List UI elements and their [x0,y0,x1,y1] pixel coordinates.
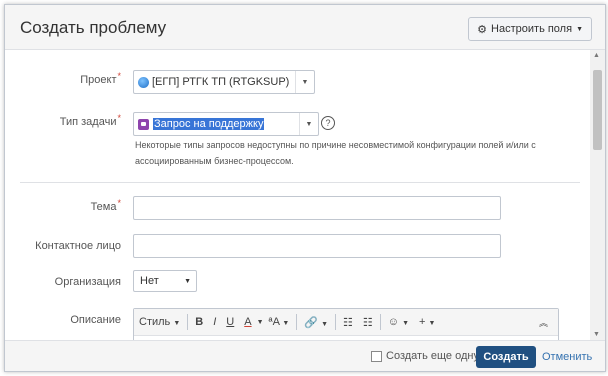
description-editor[interactable]: Стиль ▼ B I U A ▼ ªA ▼ 🔗 ▼ ☷ ☷ ☺ ▼ + ▼ ︽ [133,308,559,340]
issue-type-note: Некоторые типы запросов недоступны по пр… [135,140,536,166]
dialog-header: Создать проблему ⚙ Настроить поля ▼ [5,5,605,50]
editor-toolbar: Стиль ▼ B I U A ▼ ªA ▼ 🔗 ▼ ☷ ☷ ☺ ▼ + ▼ ︽ [134,309,558,336]
more-formatting-label: ªA [268,316,280,328]
chevron-down-icon: ▼ [576,25,583,33]
italic-button[interactable]: I [208,316,221,328]
scroll-down-icon[interactable]: ▼ [593,331,600,338]
scroll-up-icon[interactable]: ▲ [593,52,600,59]
divider [20,182,580,183]
dialog-body: Проект* [ЕГП] РТГК ТП (RTGKSUP) ▼ Тип за… [5,50,589,340]
bullet-list-icon: ☷ [343,316,353,329]
create-another-checkbox[interactable] [371,350,382,362]
gear-icon: ⚙ [477,23,488,36]
organization-select[interactable]: Нет ▼ [133,270,197,292]
numbered-list-button[interactable]: ☷ [358,316,378,329]
project-label-wrap: Проект* [5,71,121,86]
plus-icon: + [419,316,426,328]
numbered-list-icon: ☷ [362,316,373,329]
cancel-link[interactable]: Отменить [542,351,592,363]
organization-value: Нет [140,275,159,287]
toolbar-separator [296,314,298,330]
description-label-wrap: Описание [5,314,121,326]
issue-type-select[interactable]: Запрос на поддержку ▼ [133,112,319,136]
contact-input[interactable] [133,234,501,258]
more-formatting-button[interactable]: ªA ▼ [264,316,295,328]
style-label: Стиль [139,316,171,328]
toolbar-separator [335,314,337,330]
create-another-option[interactable]: Создать еще одну [371,350,479,362]
required-marker: * [117,198,121,208]
style-dropdown[interactable]: Стиль ▼ [134,316,185,328]
project-value: [ЕГП] РТГК ТП (RTGKSUP) [152,76,290,88]
underline-button[interactable]: U [221,316,239,328]
summary-label: Тема [90,201,117,213]
scrollbar-thumb[interactable] [593,70,602,150]
description-label: Описание [70,314,121,326]
link-icon: 🔗 [304,316,319,329]
dialog-footer: Создать еще одну Создать Отменить [5,340,605,371]
issue-type-label-wrap: Тип задачи* [5,113,121,128]
help-icon[interactable]: ? [321,116,335,130]
collapse-icon[interactable]: ︽ [539,316,558,329]
dialog-title: Создать проблему [20,18,167,37]
issue-type-value: Запрос на поддержку [153,118,265,130]
chevron-down-icon: ▼ [321,320,329,328]
issue-type-label: Тип задачи [59,116,117,128]
bold-button[interactable]: B [190,316,208,328]
project-label: Проект [80,74,117,86]
chevron-down-icon: ▼ [402,320,410,327]
chevron-down-icon: ▼ [428,320,436,327]
chevron-down-icon[interactable]: ▼ [299,113,318,135]
toolbar-separator [187,314,189,330]
scrollbar[interactable]: ▲ ▼ [590,50,605,340]
link-button[interactable]: 🔗 ▼ [299,316,333,329]
create-another-label: Создать еще одну [386,350,479,362]
chevron-down-icon: ▼ [282,320,290,327]
required-marker: * [117,113,121,123]
required-marker: * [117,71,121,81]
configure-fields-button[interactable]: ⚙ Настроить поля ▼ [468,17,592,41]
bullet-list-button[interactable]: ☷ [338,316,358,329]
project-select[interactable]: [ЕГП] РТГК ТП (RTGKSUP) ▼ [133,70,315,94]
create-button[interactable]: Создать [476,346,536,368]
emoji-icon: ☺ [387,316,400,328]
toolbar-separator [379,314,381,330]
service-request-icon [138,118,149,130]
text-color-button[interactable]: A [239,316,256,328]
summary-input[interactable] [133,196,501,220]
organization-label: Организация [54,276,121,288]
configure-fields-label: Настроить поля [491,23,573,35]
project-avatar-icon [138,76,149,88]
dropdown-arrow-icon: ▼ [184,277,191,285]
emoji-button[interactable]: ☺ ▼ [383,316,414,328]
organization-label-wrap: Организация [5,276,121,288]
create-issue-dialog: Создать проблему ⚙ Настроить поля ▼ Прое… [4,4,606,372]
insert-button[interactable]: + ▼ [414,316,440,328]
summary-label-wrap: Тема* [5,198,121,213]
contact-label: Контактное лицо [35,240,121,252]
chevron-down-icon: ▼ [173,320,181,327]
contact-label-wrap: Контактное лицо [5,240,121,252]
chevron-down-icon[interactable]: ▼ [295,71,314,93]
chevron-down-icon[interactable]: ▼ [257,319,264,326]
